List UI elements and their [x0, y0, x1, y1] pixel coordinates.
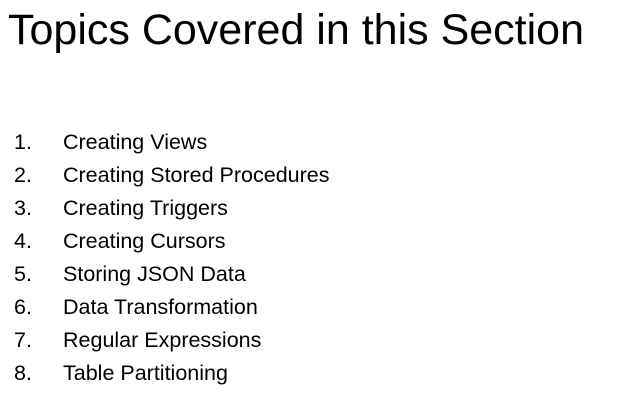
topic-label: Creating Cursors: [63, 229, 226, 253]
slide-title: Topics Covered in this Section: [8, 6, 585, 54]
slide: Topics Covered in this Section 1. Creati…: [0, 0, 624, 400]
topic-item: 6. Data Transformation: [0, 291, 330, 324]
topic-item: 5. Storing JSON Data: [0, 258, 330, 291]
topic-label: Regular Expressions: [63, 328, 262, 352]
topic-item: 1. Creating Views: [0, 126, 330, 159]
topic-label: Creating Views: [63, 130, 208, 154]
topic-number: 3.: [14, 196, 32, 220]
topic-label: Table Partitioning: [63, 361, 228, 385]
topic-number: 5.: [14, 262, 32, 286]
topic-number: 8.: [14, 361, 32, 385]
topic-list: 1. Creating Views 2. Creating Stored Pro…: [0, 126, 330, 390]
topic-number: 7.: [14, 328, 32, 352]
topic-item: 2. Creating Stored Procedures: [0, 159, 330, 192]
topic-item: 3. Creating Triggers: [0, 192, 330, 225]
topic-number: 6.: [14, 295, 32, 319]
topic-item: 8. Table Partitioning: [0, 357, 330, 390]
topic-number: 1.: [14, 130, 32, 154]
topic-item: 7. Regular Expressions: [0, 324, 330, 357]
topic-label: Creating Triggers: [63, 196, 228, 220]
topic-label: Creating Stored Procedures: [63, 163, 330, 187]
topic-label: Storing JSON Data: [63, 262, 246, 286]
topic-number: 4.: [14, 229, 32, 253]
topic-label: Data Transformation: [63, 295, 258, 319]
topic-item: 4. Creating Cursors: [0, 225, 330, 258]
topic-number: 2.: [14, 163, 32, 187]
